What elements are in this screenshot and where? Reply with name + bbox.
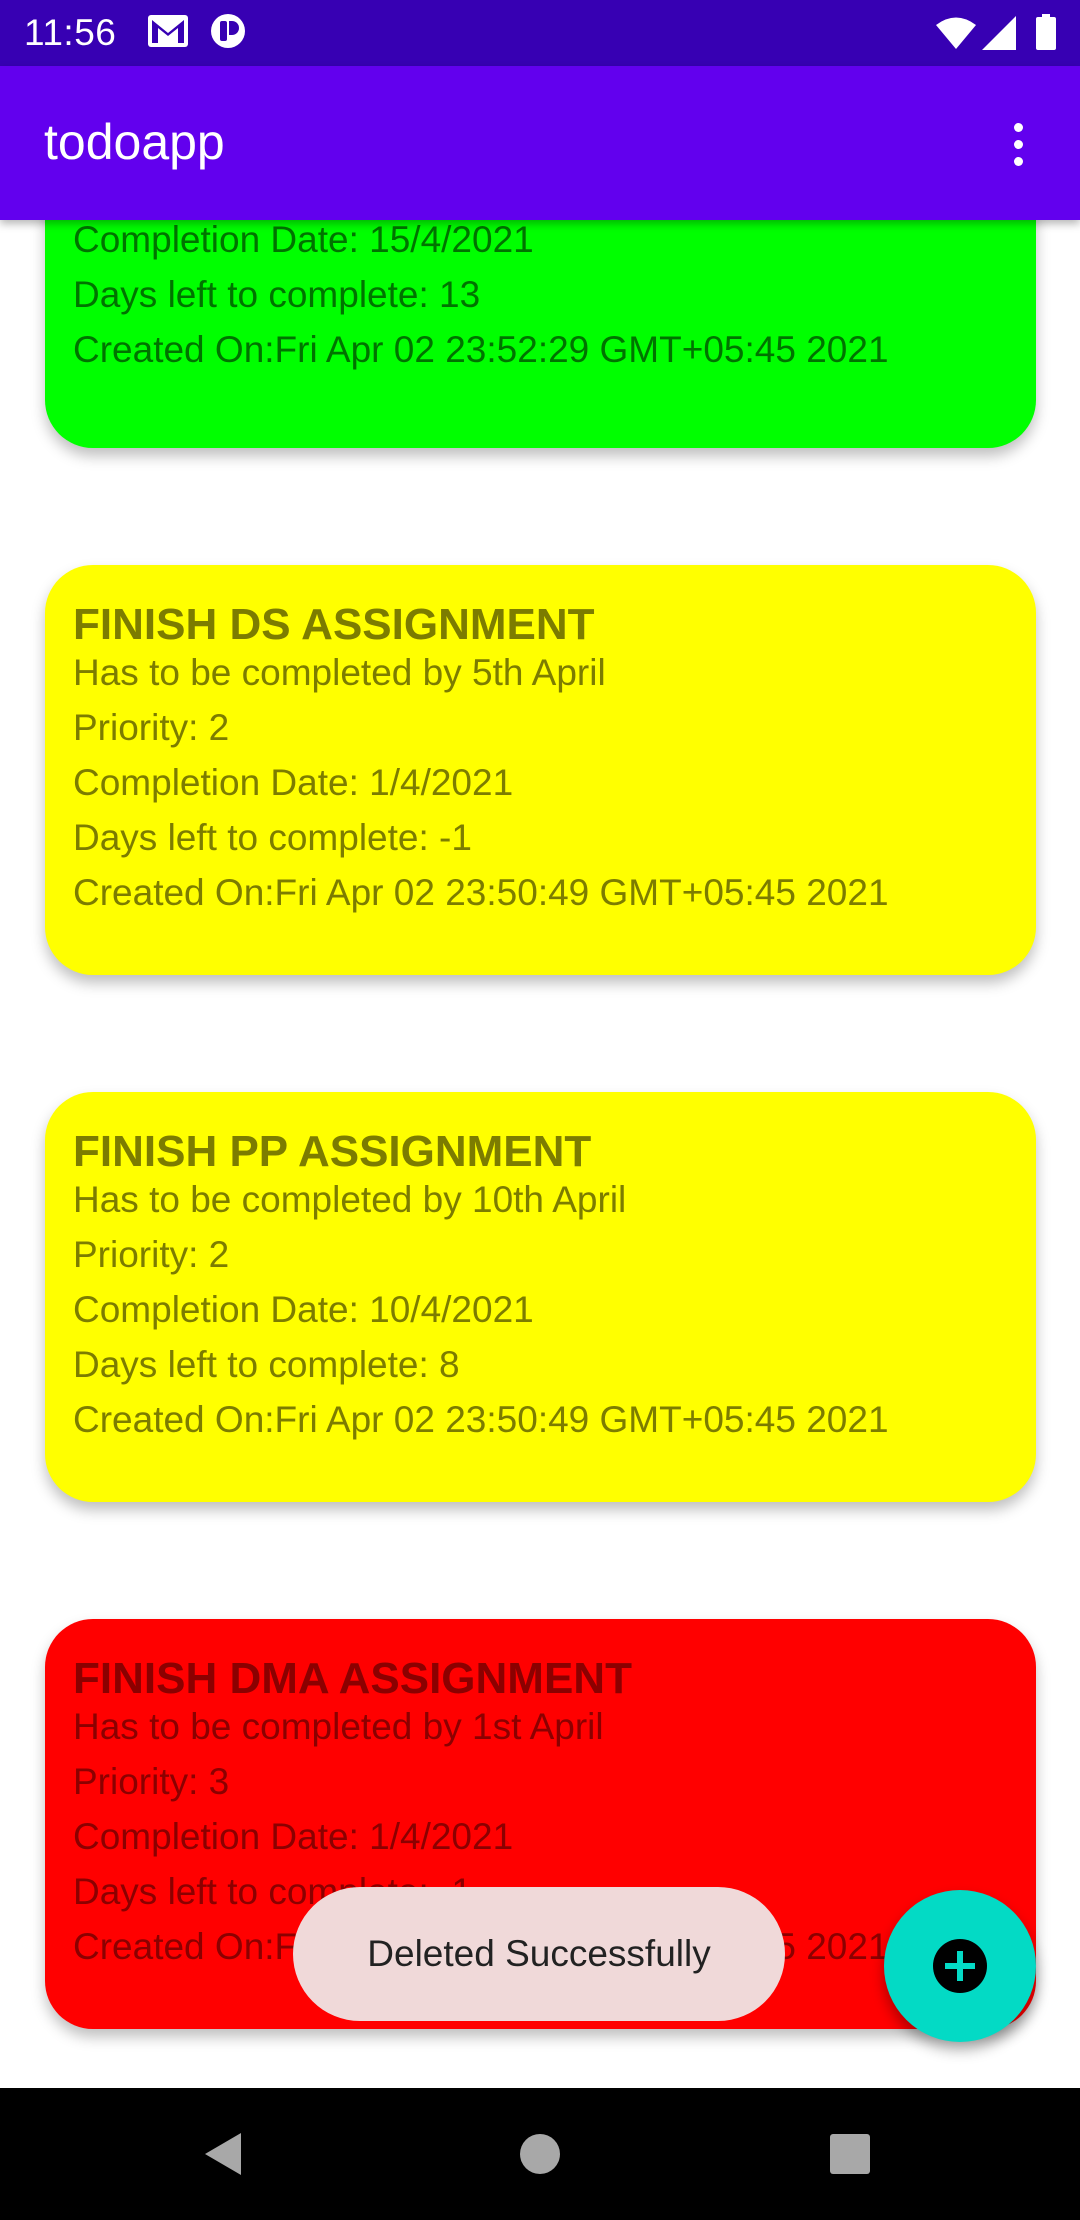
todo-priority: Priority: 2 [73, 1234, 230, 1275]
add-icon [933, 1939, 987, 1993]
todo-completion-date: Completion Date: 15/4/2021 [73, 220, 534, 260]
todo-days-left: Days left to complete: 13 [73, 274, 481, 315]
more-vert-icon[interactable] [990, 116, 1046, 172]
todo-created-on: Created On:Fri Apr 02 23:52:29 GMT+05:45… [73, 329, 889, 370]
todo-title: FINISH DMA ASSIGNMENT [73, 1654, 632, 1703]
status-bar: 11:56 [0, 0, 1080, 66]
todo-created-on: Created On:Fri Apr 02 23:50:49 GMT+05:45… [73, 1399, 889, 1440]
wifi-icon [936, 17, 976, 49]
todo-title: FINISH DS ASSIGNMENT [73, 600, 595, 649]
todo-list[interactable]: Completion Date: 15/4/2021 Days left to … [0, 220, 1080, 2088]
add-todo-button[interactable] [884, 1890, 1036, 2042]
todo-description: Has to be completed by 10th April [73, 1179, 627, 1220]
todo-description: Has to be completed by 1st April [73, 1706, 604, 1747]
gmail-icon [148, 15, 188, 47]
todo-days-left: Days left to complete: -1 [73, 817, 472, 858]
status-time: 11:56 [24, 12, 117, 53]
todo-card[interactable]: Completion Date: 15/4/2021 Days left to … [45, 220, 1036, 448]
todo-card[interactable]: FINISH DS ASSIGNMENT Has to be completed… [45, 565, 1036, 975]
todo-priority: Priority: 3 [73, 1761, 230, 1802]
recents-icon[interactable] [822, 2126, 878, 2182]
navigation-bar [0, 2088, 1080, 2220]
toast-message: Deleted Successfully [293, 1887, 785, 2021]
todo-completion-date: Completion Date: 10/4/2021 [73, 1289, 534, 1330]
back-icon[interactable] [196, 2126, 252, 2182]
todo-created-on: Created On:Fri Apr 02 23:50:49 GMT+05:45… [73, 872, 889, 913]
app-title: todoapp [44, 114, 225, 170]
todo-card[interactable]: FINISH PP ASSIGNMENT Has to be completed… [45, 1092, 1036, 1502]
home-icon[interactable] [512, 2126, 568, 2182]
todo-completion-date: Completion Date: 1/4/2021 [73, 762, 514, 803]
app-icon [211, 14, 245, 48]
screen: 11:56 todoapp Completion Date: 15/4/2021… [0, 0, 1080, 2220]
todo-priority: Priority: 2 [73, 707, 230, 748]
battery-icon [1036, 14, 1056, 50]
todo-description: Has to be completed by 5th April [73, 652, 606, 693]
app-bar: todoapp [0, 66, 1080, 220]
todo-completion-date: Completion Date: 1/4/2021 [73, 1816, 514, 1857]
signal-icon [982, 16, 1016, 50]
todo-days-left: Days left to complete: 8 [73, 1344, 460, 1385]
todo-title: FINISH PP ASSIGNMENT [73, 1127, 592, 1176]
